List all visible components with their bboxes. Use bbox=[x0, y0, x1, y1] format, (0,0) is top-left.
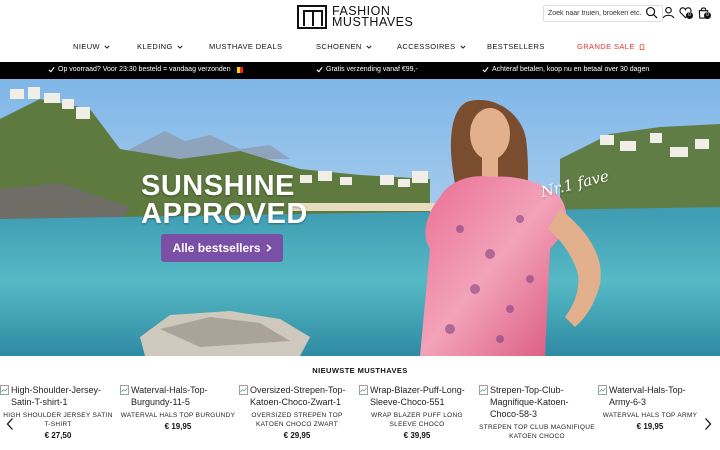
nav-item-schoenen[interactable]: SCHOENEN bbox=[316, 42, 372, 51]
search-icon[interactable] bbox=[645, 6, 658, 19]
product-card[interactable]: Oversized-Strepen-Top-Katoen-Choco-Zwart… bbox=[239, 384, 355, 440]
product-card[interactable]: High-Shoulder-Jersey-Satin-T-shirt-1 HIG… bbox=[0, 384, 116, 440]
search-input[interactable] bbox=[548, 10, 646, 17]
usp-text: Op voorraad? Voor 23:30 besteld = vandaa… bbox=[58, 66, 231, 73]
check-icon bbox=[482, 66, 489, 73]
logo-mark-icon bbox=[297, 5, 327, 29]
nav-item-bestsellers[interactable]: BESTSELLERS bbox=[487, 42, 545, 51]
section-title: NIEUWSTE MUSTHAVES bbox=[312, 366, 408, 375]
check-icon bbox=[316, 66, 323, 73]
check-icon bbox=[48, 66, 55, 73]
hero-headline: SUNSHINE APPROVED bbox=[141, 170, 308, 230]
product-name[interactable]: WATERVAL HALS TOP BURGUNDY bbox=[120, 411, 236, 420]
broken-image-icon bbox=[359, 385, 368, 395]
nav-item-musthave-deals[interactable]: MUSTHAVE DEALS bbox=[209, 42, 282, 51]
nav-item-label: BESTSELLERS bbox=[487, 42, 545, 51]
product-card[interactable]: Waterval-Hals-Top-Army-6-3 WATERVAL HALS… bbox=[598, 384, 702, 431]
product-image-alt-text: Waterval-Hals-Top-Army-6-3 bbox=[609, 385, 686, 407]
product-price: € 39,95 bbox=[403, 431, 431, 440]
chevron-down-icon bbox=[366, 45, 372, 49]
product-card[interactable]: Strepen-Top-Club-Magnifique-Katoen-Choco… bbox=[479, 384, 595, 443]
usp-item-pay-later: Achteraf betalen, koop nu en betaal over… bbox=[482, 66, 649, 73]
broken-image-icon bbox=[239, 385, 248, 395]
usp-item-shipping-today: Op voorraad? Voor 23:30 besteld = vandaa… bbox=[48, 66, 243, 73]
nav-item-label: MUSTHAVE DEALS bbox=[209, 42, 283, 51]
product-image[interactable]: High-Shoulder-Jersey-Satin-T-shirt-1 bbox=[0, 384, 116, 408]
flame-icon bbox=[639, 43, 644, 50]
nav-item-nieuw[interactable]: NIEUW bbox=[73, 42, 110, 51]
product-price: € 19,95 bbox=[636, 422, 664, 431]
logo-wordmark: FASHION MUSTHAVES bbox=[332, 5, 414, 29]
product-image[interactable]: Strepen-Top-Club-Magnifique-Katoen-Choco… bbox=[479, 384, 595, 420]
product-image[interactable]: Waterval-Hals-Top-Burgundy-11-5 bbox=[120, 384, 236, 408]
product-name[interactable]: WRAP BLAZER PUFF LONG SLEEVE CHOCO bbox=[359, 411, 475, 429]
site-header: FASHION MUSTHAVES 0 0 NIEUW KLEDING MUST… bbox=[0, 0, 720, 62]
all-bestsellers-button[interactable]: Alle bestsellers bbox=[161, 234, 283, 262]
hero-headline-line-1: SUNSHINE bbox=[141, 170, 295, 202]
product-image[interactable]: Wrap-Blazer-Puff-Long-Sleeve-Choco-551 bbox=[359, 384, 475, 408]
product-image-alt-text: High-Shoulder-Jersey-Satin-T-shirt-1 bbox=[11, 385, 102, 407]
wishlist-count-badge: 0 bbox=[686, 12, 693, 19]
logo-line-2: MUSTHAVES bbox=[332, 15, 414, 29]
cart-count-badge: 0 bbox=[704, 12, 711, 19]
product-name[interactable]: OVERSIZED STREPEN TOP KATOEN CHOCO ZWART bbox=[239, 411, 355, 429]
chevron-down-icon bbox=[177, 45, 183, 49]
chevron-down-icon bbox=[104, 45, 110, 49]
nav-item-label: ACCESSOIRES bbox=[397, 42, 456, 51]
usp-text: Gratis verzending vanaf €99,- bbox=[326, 66, 418, 73]
broken-image-icon bbox=[598, 385, 607, 395]
product-image-alt-text: Wrap-Blazer-Puff-Long-Sleeve-Choco-551 bbox=[370, 385, 465, 407]
product-image-alt-text: Oversized-Strepen-Top-Katoen-Choco-Zwart… bbox=[250, 385, 346, 407]
product-price: € 29,95 bbox=[283, 431, 311, 440]
product-name[interactable]: STREPEN TOP CLUB MAGNIFIQUE KATOEN CHOCO bbox=[479, 423, 595, 441]
usp-bar: Op voorraad? Voor 23:30 besteld = vandaa… bbox=[0, 62, 720, 79]
chevron-down-icon bbox=[460, 45, 466, 49]
product-name[interactable]: HIGH SHOULDER JERSEY SATIN T-SHIRT bbox=[0, 411, 116, 429]
nav-item-label: KLEDING bbox=[137, 42, 173, 51]
product-price: € 27,50 bbox=[44, 431, 72, 440]
broken-image-icon bbox=[120, 385, 129, 395]
cta-label: Alle bestsellers bbox=[172, 241, 261, 255]
carousel-next-icon[interactable] bbox=[703, 417, 713, 431]
broken-image-icon bbox=[0, 385, 9, 395]
product-image-alt-text: Waterval-Hals-Top-Burgundy-11-5 bbox=[131, 385, 208, 407]
product-image[interactable]: Oversized-Strepen-Top-Katoen-Choco-Zwart… bbox=[239, 384, 355, 408]
product-price: € 19,95 bbox=[164, 422, 192, 431]
usp-item-free-shipping: Gratis verzending vanaf €99,- bbox=[316, 66, 418, 73]
chevron-right-icon bbox=[266, 244, 272, 252]
product-image-alt-text: Strepen-Top-Club-Magnifique-Katoen-Choco… bbox=[490, 385, 569, 419]
hero-banner[interactable]: Nr.1 fave bbox=[0, 79, 720, 356]
nav-item-label: SCHOENEN bbox=[316, 42, 362, 51]
nav-item-grande-sale[interactable]: GRANDE SALE bbox=[577, 42, 645, 51]
nav-item-label: NIEUW bbox=[73, 42, 100, 51]
nav-item-label: GRANDE SALE bbox=[577, 42, 635, 51]
product-name[interactable]: WATERVAL HALS TOP ARMY bbox=[598, 411, 702, 420]
hero-headline-line-2: APPROVED bbox=[141, 198, 308, 230]
account-icon[interactable] bbox=[662, 6, 675, 19]
nav-item-accessoires[interactable]: ACCESSOIRES bbox=[397, 42, 466, 51]
product-image[interactable]: Waterval-Hals-Top-Army-6-3 bbox=[598, 384, 702, 408]
site-logo[interactable]: FASHION MUSTHAVES bbox=[297, 5, 413, 29]
hero-beach-photo bbox=[0, 79, 720, 356]
belgium-flag-icon bbox=[233, 66, 243, 73]
nav-item-kleding[interactable]: KLEDING bbox=[137, 42, 183, 51]
product-card[interactable]: Waterval-Hals-Top-Burgundy-11-5 WATERVAL… bbox=[120, 384, 236, 431]
broken-image-icon bbox=[479, 385, 488, 395]
usp-text: Achteraf betalen, koop nu en betaal over… bbox=[492, 66, 650, 73]
product-card[interactable]: Wrap-Blazer-Puff-Long-Sleeve-Choco-551 W… bbox=[359, 384, 475, 440]
main-navigation: NIEUW KLEDING MUSTHAVE DEALS SCHOENEN AC… bbox=[0, 42, 720, 54]
